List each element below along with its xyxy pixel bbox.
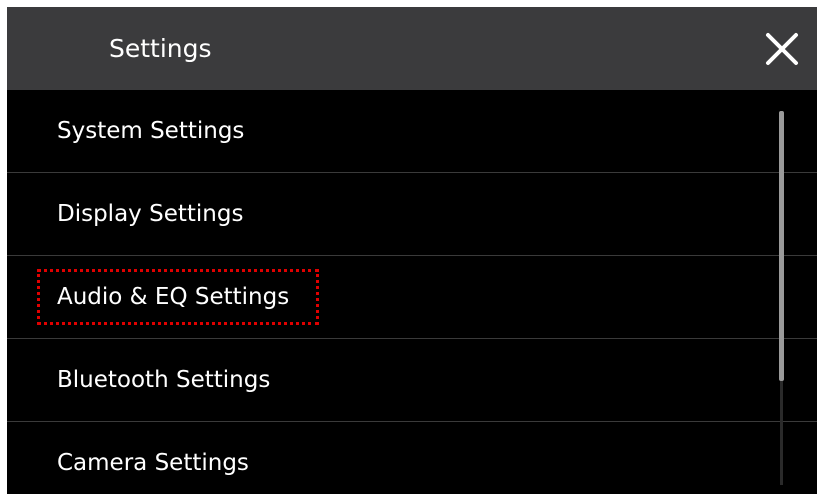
list-item-label: Bluetooth Settings <box>57 367 271 393</box>
list-item-label: Audio & EQ Settings <box>57 284 290 310</box>
page-title: Settings <box>109 34 212 63</box>
close-button[interactable] <box>757 24 807 74</box>
list-item-bluetooth-settings[interactable]: Bluetooth Settings <box>7 339 817 422</box>
list-item-label: System Settings <box>57 118 245 144</box>
settings-screen: Settings System Settings Display Setting… <box>7 7 817 494</box>
list-item-label: Display Settings <box>57 201 244 227</box>
list-item-camera-settings[interactable]: Camera Settings <box>7 422 817 494</box>
list-item-system-settings[interactable]: System Settings <box>7 90 817 173</box>
list-item-display-settings[interactable]: Display Settings <box>7 173 817 256</box>
scrollbar-thumb[interactable] <box>779 111 784 381</box>
list-item-audio-eq-settings[interactable]: Audio & EQ Settings <box>7 256 817 339</box>
header-bar: Settings <box>7 7 817 90</box>
list-item-label: Camera Settings <box>57 450 249 476</box>
settings-list: System Settings Display Settings Audio &… <box>7 90 817 494</box>
close-icon <box>766 33 798 65</box>
